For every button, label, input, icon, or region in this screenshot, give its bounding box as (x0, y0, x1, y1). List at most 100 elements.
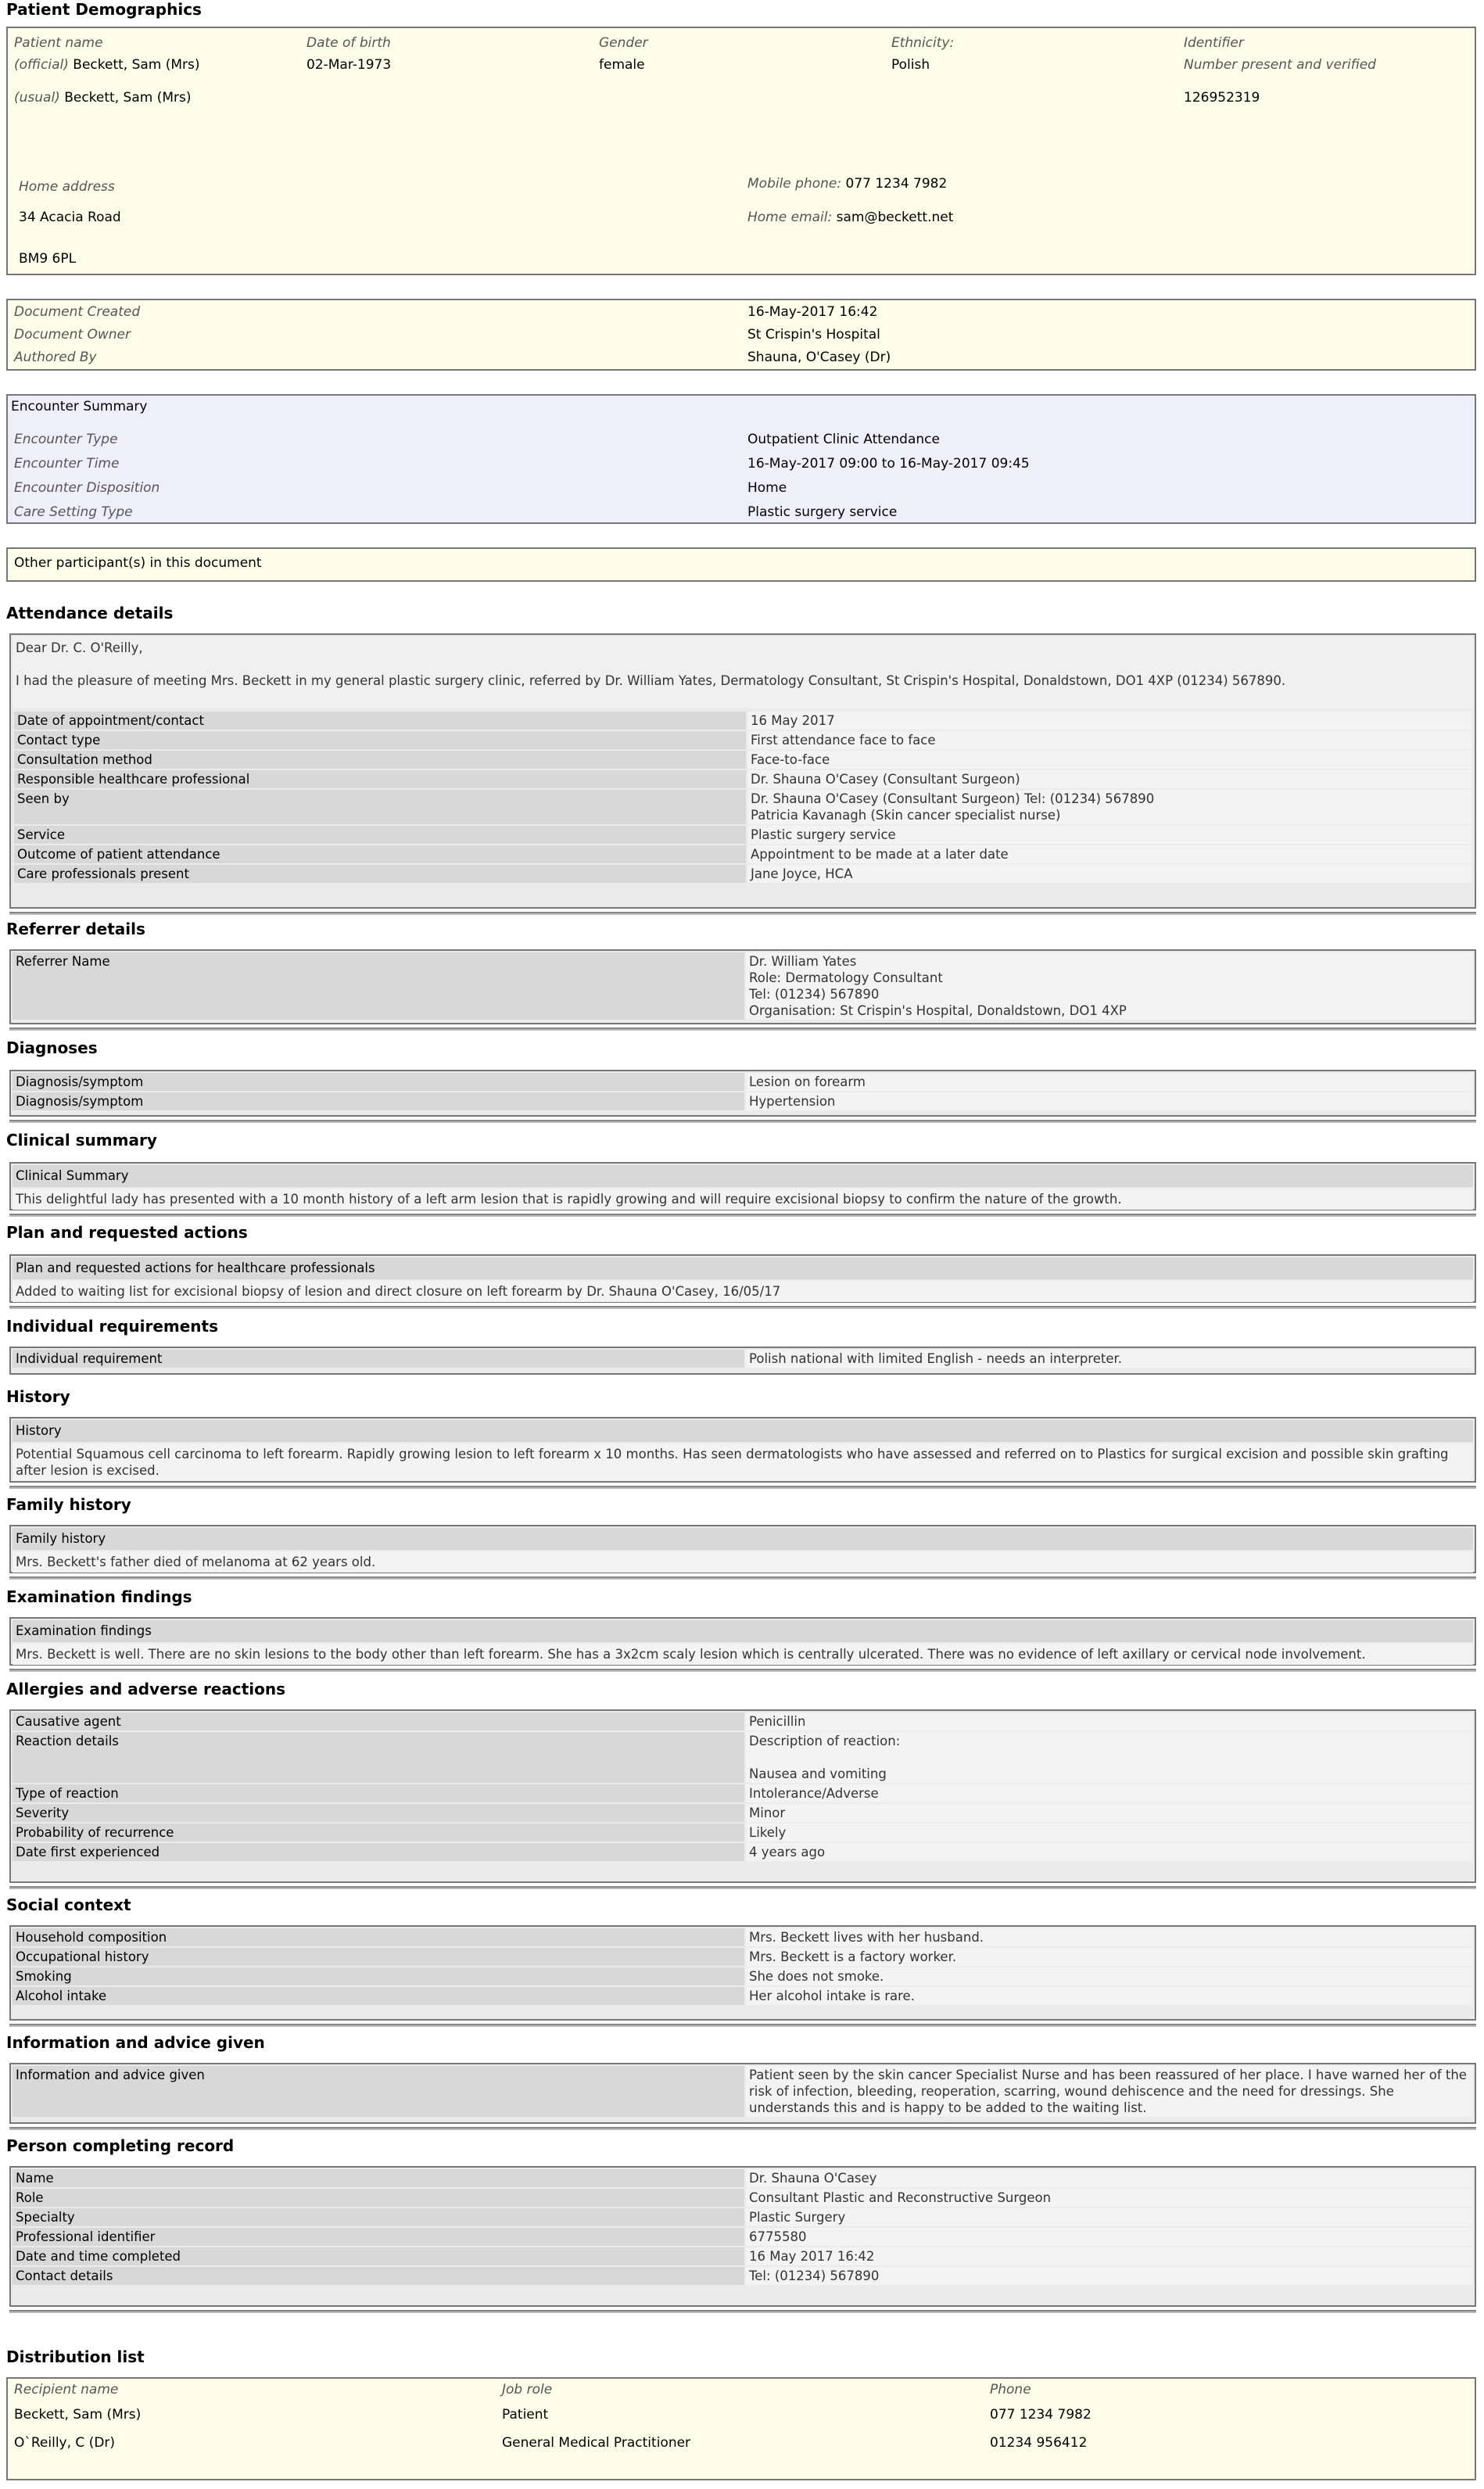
row-value: Consultant Plastic and Reconstructive Su… (746, 2189, 1473, 2207)
encounter-title: Encounter Summary (11, 399, 148, 414)
divider (9, 912, 1476, 915)
label-phone: Phone (990, 2382, 1031, 2398)
email-value: sam@beckett.net (836, 210, 954, 225)
attendance-panel: Dear Dr. C. O'Reilly, I had the pleasure… (9, 633, 1476, 909)
heading-diagnoses: Diagnoses (6, 1038, 98, 1057)
table-row: Diagnosis/symptom Hypertension (13, 1092, 1473, 1110)
information-table: Information and advice given Patient seen… (11, 2064, 1475, 2118)
heading-patient-demographics: Patient Demographics (6, 0, 202, 19)
row-value: Mrs. Beckett is a factory worker. (746, 1948, 1473, 1966)
other-participants-panel: Other participant(s) in this document (6, 547, 1476, 582)
recipient-name: O`Reilly, C (Dr) (14, 2435, 116, 2451)
other-participants: Other participant(s) in this document (14, 555, 262, 571)
table-row: Seen by Dr. Shauna O'Casey (Consultant Su… (14, 790, 1471, 824)
document-owner: St Crispin's Hospital (747, 327, 880, 343)
history-panel: History Potential Squamous cell carcinom… (9, 1417, 1476, 1483)
attendance-table: Date of appointment/contact 16 May 2017 Co… (13, 710, 1473, 884)
encounter-summary-panel: Encounter Summary Encounter Type Outpati… (6, 394, 1476, 524)
label-job-role: Job role (502, 2382, 553, 2398)
table-row: Responsible healthcare professional Dr. S… (14, 770, 1471, 788)
allergies-panel: Causative agent Penicillin Reaction detail… (9, 1709, 1476, 1883)
individual-panel: Individual requirement Polish national wi… (9, 1347, 1476, 1375)
mobile-row: Mobile phone: 077 1234 7982 (747, 176, 947, 192)
patient-demographics-panel: Patient name Date of birth Gender Ethnic… (6, 27, 1476, 275)
heading-attendance-details: Attendance details (6, 604, 174, 622)
ethnicity-value: Polish (891, 57, 930, 73)
email-row: Home email: sam@beckett.net (747, 210, 953, 225)
label-home-address: Home address (19, 179, 115, 195)
table-row: Care professionals present Jane Joyce, HC… (14, 865, 1471, 883)
plan-label: Plan and requested actions for healthcar… (13, 1257, 1473, 1279)
row-value: Her alcohol intake is rare. (746, 1987, 1473, 2005)
document-author: Shauna, O'Casey (Dr) (747, 350, 891, 365)
label-encounter-disposition: Encounter Disposition (14, 480, 160, 496)
referrer-panel: Referrer Name Dr. William Yates Role: Der… (9, 949, 1476, 1024)
table-row: Professional identifier 6775580 (13, 2228, 1473, 2246)
row-value: Patient seen by the skin cancer Speciali… (746, 2066, 1473, 2117)
family-history-text: Mrs. Beckett's father died of melanoma a… (13, 1551, 1473, 1573)
letter-salutation: Dear Dr. C. O'Reilly, (16, 640, 143, 655)
row-label: Consultation method (14, 751, 746, 769)
divider (9, 1028, 1476, 1031)
label-care-setting: Care Setting Type (14, 504, 133, 520)
row-value: Dr. Shauna O'Casey (746, 2169, 1473, 2187)
row-label: Responsible healthcare professional (14, 770, 746, 788)
recipient-role: Patient (502, 2407, 549, 2423)
label-mobile: Mobile phone: (747, 176, 842, 192)
allergies-table: Causative agent Penicillin Reaction detail… (11, 1711, 1475, 1863)
label-gender: Gender (599, 35, 648, 51)
identifier-status: Number present and verified (1184, 57, 1376, 73)
row-label: Reaction details (13, 1732, 744, 1783)
heading-distribution-list: Distribution list (6, 2347, 145, 2366)
clinical-summary-panel: Clinical Summary This delightful lady ha… (9, 1162, 1476, 1210)
address-postcode: BM9 6PL (19, 251, 77, 267)
label-identifier: Identifier (1184, 35, 1244, 51)
history-label: History (13, 1420, 1473, 1442)
letter-intro: I had the pleasure of meeting Mrs. Becke… (16, 673, 1286, 688)
clinical-summary-label: Clinical Summary (13, 1165, 1473, 1187)
encounter-type: Outpatient Clinic Attendance (747, 432, 940, 447)
row-value: Description of reaction: Nausea and vomi… (746, 1732, 1473, 1783)
row-label: Date first experienced (13, 1843, 744, 1861)
table-row: Probability of recurrence Likely (13, 1824, 1473, 1842)
information-panel: Information and advice given Patient seen… (9, 2063, 1476, 2124)
row-value: 16 May 2017 (747, 712, 1471, 730)
row-value: Dr. William Yates Role: Dermatology Cons… (746, 952, 1473, 1020)
address-line1: 34 Acacia Road (19, 210, 121, 225)
family-history-label: Family history (13, 1528, 1473, 1550)
plan-panel: Plan and requested actions for healthcar… (9, 1254, 1476, 1303)
table-row: Date and time completed 16 May 2017 16:42 (13, 2247, 1473, 2265)
table-row: Smoking She does not smoke. (13, 1967, 1473, 1985)
heading-family-history: Family history (6, 1495, 131, 1514)
heading-person-completing: Person completing record (6, 2136, 235, 2155)
row-label: Seen by (14, 790, 746, 824)
table-row: Consultation method Face-to-face (14, 751, 1471, 769)
row-label: Date and time completed (13, 2247, 744, 2265)
dob-value: 02-Mar-1973 (306, 57, 392, 73)
label-email: Home email: (747, 210, 833, 225)
row-label: Name (13, 2169, 744, 2187)
row-value: Tel: (01234) 567890 (746, 2267, 1473, 2285)
document-page: Patient Demographics Patient name Date o… (0, 0, 1484, 2489)
row-label: Contact type (14, 731, 746, 749)
row-value: Mrs. Beckett lives with her husband. (746, 1928, 1473, 1946)
examination-text: Mrs. Beckett is well. There are no skin … (13, 1644, 1473, 1665)
label-official: (official) (14, 57, 69, 73)
encounter-disposition: Home (747, 480, 787, 496)
social-table: Household composition Mrs. Beckett lives … (11, 1927, 1475, 2007)
heading-plan: Plan and requested actions (6, 1223, 248, 1242)
table-row: Referrer Name Dr. William Yates Role: Der… (13, 952, 1473, 1020)
heading-allergies: Allergies and adverse reactions (6, 1680, 286, 1698)
row-value: Penicillin (746, 1713, 1473, 1730)
row-value: First attendance face to face (747, 731, 1471, 749)
divider (9, 2310, 1476, 2313)
recipient-role: General Medical Practitioner (502, 2435, 691, 2451)
row-label: Alcohol intake (13, 1987, 744, 2005)
row-label: Care professionals present (14, 865, 746, 883)
label-authored-by: Authored By (14, 350, 97, 365)
row-value: 6775580 (746, 2228, 1473, 2246)
row-label: Contact details (13, 2267, 744, 2285)
heading-clinical-summary: Clinical summary (6, 1131, 157, 1149)
identifier-value: 126952319 (1184, 90, 1260, 106)
label-usual: (usual) (14, 90, 60, 106)
